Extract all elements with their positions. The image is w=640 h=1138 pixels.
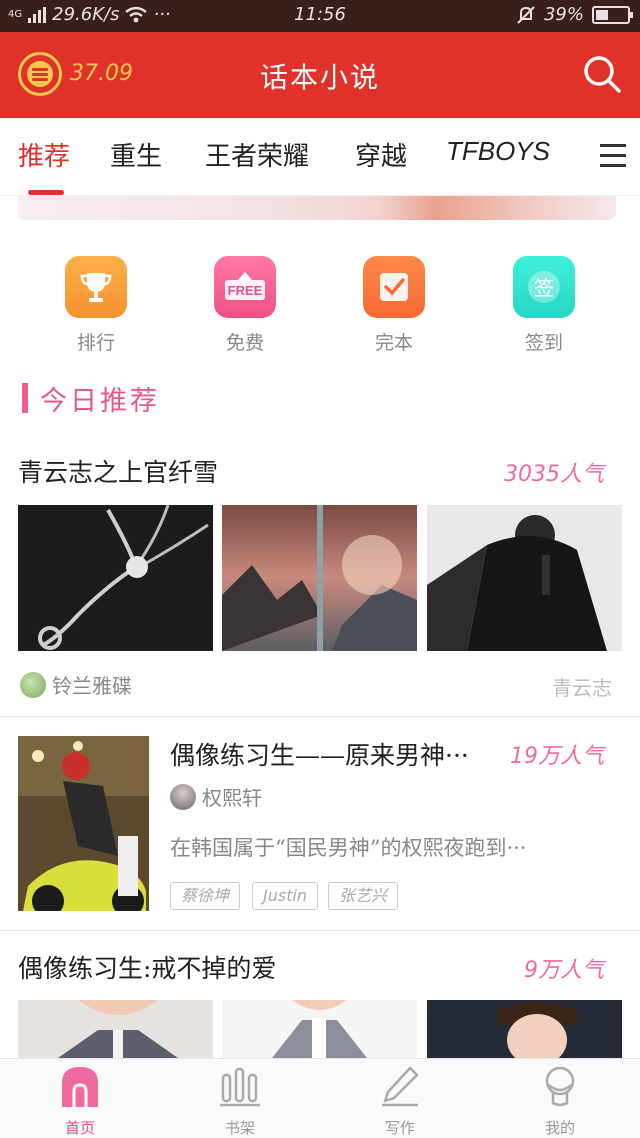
entry-label: 签到 — [524, 332, 563, 354]
profile-icon — [545, 1066, 575, 1107]
category-tabs: 推荐 重生 王者荣耀 穿越 TFBOYS — [0, 118, 640, 196]
nav-label: 首页 — [64, 1119, 95, 1137]
check-card-icon — [363, 256, 425, 318]
svg-text:FREE: FREE — [228, 283, 263, 298]
feature-3-image-3[interactable] — [427, 1000, 622, 1058]
avatar — [170, 783, 196, 810]
app-header: 37.09 话本小说 — [0, 32, 640, 118]
tab-recommend[interactable]: 推荐 — [18, 136, 70, 173]
tag[interactable]: Justin — [252, 882, 319, 910]
feature-1-author[interactable]: 铃兰雅碟 — [20, 670, 132, 699]
nav-label: 书架 — [224, 1119, 255, 1137]
status-right: 39% — [516, 4, 633, 25]
tab-tfboys[interactable]: TFBOYS — [446, 136, 550, 167]
banner-carousel[interactable] — [18, 196, 616, 220]
battery-icon — [592, 5, 633, 24]
nav-label: 写作 — [384, 1119, 415, 1137]
menu-icon[interactable] — [600, 144, 630, 170]
feature-3-title[interactable]: 偶像练习生:戒不掉的爱 — [18, 949, 276, 985]
entry-completed[interactable]: 完本 — [362, 256, 426, 355]
feature-1-category[interactable]: 青云志 — [552, 672, 612, 701]
tab-honor-of-kings[interactable]: 王者荣耀 — [205, 136, 309, 173]
bookshelf-icon — [220, 1067, 260, 1107]
feature-3-image-2[interactable] — [222, 1000, 417, 1058]
feature-3-popularity: 9万人气 — [524, 958, 604, 983]
nav-mine[interactable]: 我的 — [520, 1065, 600, 1138]
feature-1-image-2[interactable] — [222, 505, 417, 651]
search-icon[interactable] — [582, 54, 622, 94]
author-name: 权熙轩 — [202, 786, 262, 810]
home-icon — [62, 1067, 98, 1107]
section-title: 今日推荐 — [22, 382, 160, 417]
trophy-icon — [65, 256, 127, 318]
entry-label: 排行 — [76, 332, 115, 354]
sign-in-icon: 签 — [513, 256, 575, 318]
feature-3-image-1[interactable] — [18, 1000, 213, 1058]
divider — [0, 716, 640, 717]
mute-bell-icon — [517, 5, 535, 24]
pen-icon — [382, 1066, 419, 1107]
feature-2-popularity: 19万人气 — [510, 744, 604, 769]
feature-1-title[interactable]: 青云志之上官纤雪 — [18, 453, 218, 489]
entry-ranking[interactable]: 排行 — [64, 256, 128, 355]
active-tab-indicator — [28, 190, 64, 195]
entry-label: 完本 — [374, 332, 413, 354]
feature-1-popularity: 3035人气 — [504, 462, 604, 487]
feature-1-image-1[interactable] — [18, 505, 213, 651]
bottom-navigation: 首页 书架 写作 我的 — [0, 1058, 640, 1138]
app-title: 话本小说 — [259, 61, 380, 94]
status-bar: 4G 29.6K/s ··· 11:56 39% — [0, 0, 640, 32]
feature-2-title[interactable]: 偶像练习生——原来男神··· — [170, 736, 469, 772]
tab-time-travel[interactable]: 穿越 — [355, 136, 407, 173]
feature-1-image-3[interactable] — [427, 505, 622, 651]
free-tag-icon: FREE — [214, 256, 276, 318]
tag[interactable]: 张艺兴 — [328, 882, 399, 910]
entry-sign-in[interactable]: 签 签到 — [512, 256, 576, 355]
divider — [0, 930, 640, 931]
feature-2-cover[interactable] — [18, 736, 149, 911]
avatar — [20, 671, 46, 698]
tab-rebirth[interactable]: 重生 — [110, 136, 162, 173]
author-name: 铃兰雅碟 — [52, 674, 132, 698]
tag[interactable]: 蔡徐坤 — [170, 882, 241, 910]
nav-write[interactable]: 写作 — [360, 1065, 440, 1138]
nav-home[interactable]: 首页 — [40, 1065, 120, 1138]
nav-bookshelf[interactable]: 书架 — [200, 1065, 280, 1138]
section-title-text: 今日推荐 — [40, 385, 160, 417]
entry-label: 免费 — [225, 332, 264, 354]
battery-percent: 39% — [543, 4, 584, 25]
nav-label: 我的 — [544, 1119, 575, 1137]
section-bar — [22, 383, 28, 413]
battery-fill — [596, 9, 608, 20]
feature-2-author[interactable]: 权熙轩 — [170, 782, 262, 811]
feature-2-description: 在韩国属于“国民男神”的权熙夜跑到··· — [170, 836, 527, 860]
svg-text:签: 签 — [534, 276, 554, 300]
entry-free[interactable]: FREE 免费 — [213, 256, 277, 355]
